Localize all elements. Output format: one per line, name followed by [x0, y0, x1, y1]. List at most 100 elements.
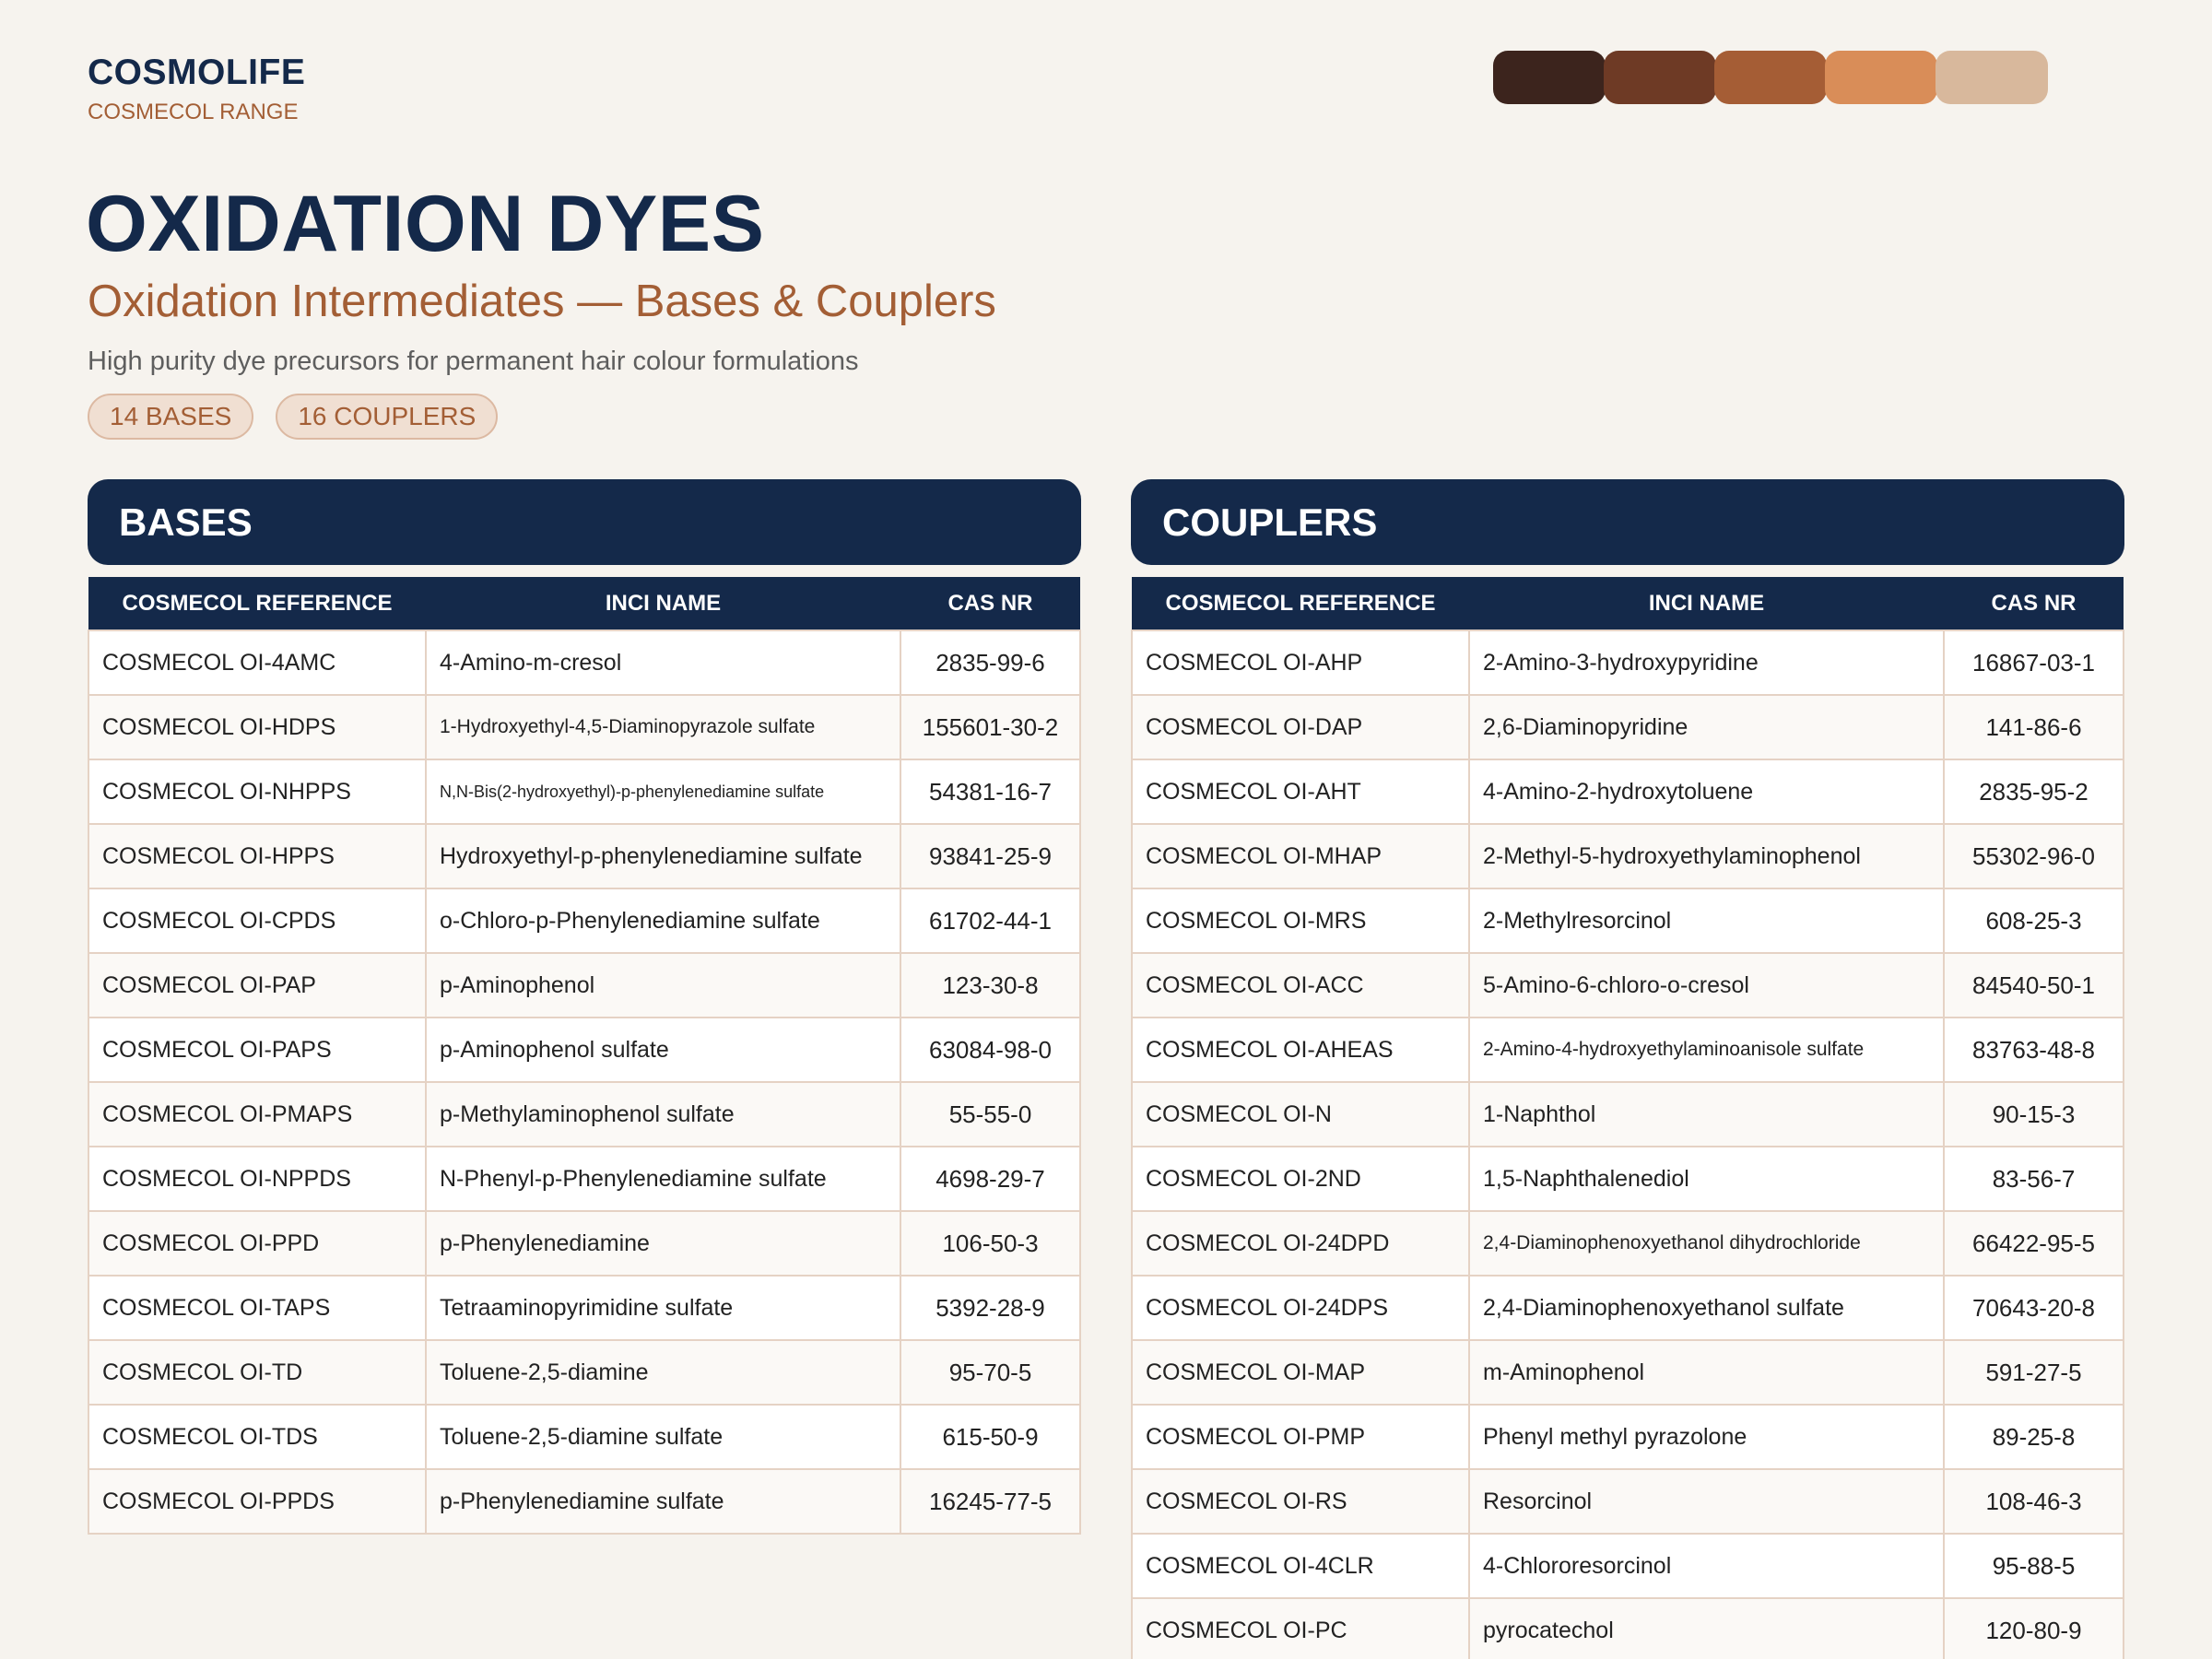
- reference-cell: COSMECOL OI-CPDS: [88, 888, 427, 954]
- reference-cell: COSMECOL OI-NPPDS: [88, 1146, 427, 1212]
- inci-name-cell: 2-Methylresorcinol: [1468, 888, 1945, 954]
- cas-number-cell: 155601-30-2: [900, 694, 1081, 760]
- table-row: COSMECOL OI-DAP 2,6-Diaminopyridine 141-86…: [1131, 694, 2124, 760]
- cas-number-cell: 63084-98-0: [900, 1017, 1081, 1083]
- table-row: COSMECOL OI-AHP 2-Amino-3-hydroxypyridine…: [1131, 629, 2124, 696]
- reference-cell: COSMECOL OI-N: [1131, 1081, 1470, 1147]
- inci-name-cell: Hydroxyethyl-p-phenylenediamine sulfate: [425, 823, 901, 889]
- column-header-reference: COSMECOL REFERENCE: [88, 577, 426, 630]
- cas-number-cell: 95-88-5: [1943, 1533, 2124, 1599]
- reference-cell: COSMECOL OI-TAPS: [88, 1275, 427, 1341]
- table-row: COSMECOL OI-24DPS 2,4-Diaminophenoxyethan…: [1131, 1275, 2124, 1341]
- table-row: COSMECOL OI-24DPD 2,4-Diaminophenoxyethan…: [1131, 1210, 2124, 1277]
- column-header-inci: INCI NAME: [1469, 577, 1944, 630]
- inci-name-cell: 4-Chlororesorcinol: [1468, 1533, 1945, 1599]
- table-row: COSMECOL OI-PAP p-Aminophenol 123-30-8: [88, 952, 1081, 1018]
- swatch-3: [1714, 51, 1827, 104]
- inci-name-cell: o-Chloro-p-Phenylenediamine sulfate: [425, 888, 901, 954]
- inci-name-cell: 1-Hydroxyethyl-4,5-Diaminopyrazole sulfa…: [425, 694, 901, 760]
- table-row: COSMECOL OI-PMP Phenyl methyl pyrazolone 8…: [1131, 1404, 2124, 1470]
- table-row: COSMECOL OI-MHAP 2-Methyl-5-hydroxyethyla…: [1131, 823, 2124, 889]
- cas-number-cell: 120-80-9: [1943, 1597, 2124, 1659]
- reference-cell: COSMECOL OI-MAP: [1131, 1339, 1470, 1406]
- table-row: COSMECOL OI-HPPS Hydroxyethyl-p-phenylene…: [88, 823, 1081, 889]
- cas-number-cell: 83763-48-8: [1943, 1017, 2124, 1083]
- bases-table: COSMECOL REFERENCE INCI NAME CAS NR COSM…: [88, 577, 1081, 1535]
- bases-header-row: COSMECOL REFERENCE INCI NAME CAS NR: [88, 577, 1080, 630]
- couplers-table: COSMECOL REFERENCE INCI NAME CAS NR COSM…: [1131, 577, 2124, 1659]
- cas-number-cell: 16867-03-1: [1943, 629, 2124, 696]
- inci-name-cell: p-Phenylenediamine sulfate: [425, 1468, 901, 1535]
- reference-cell: COSMECOL OI-PPDS: [88, 1468, 427, 1535]
- reference-cell: COSMECOL OI-PMAPS: [88, 1081, 427, 1147]
- cas-number-cell: 108-46-3: [1943, 1468, 2124, 1535]
- reference-cell: COSMECOL OI-AHEAS: [1131, 1017, 1470, 1083]
- inci-name-cell: 5-Amino-6-chloro-o-cresol: [1468, 952, 1945, 1018]
- inci-name-cell: 2,4-Diaminophenoxyethanol sulfate: [1468, 1275, 1945, 1341]
- reference-cell: COSMECOL OI-PAPS: [88, 1017, 427, 1083]
- cas-number-cell: 54381-16-7: [900, 759, 1081, 825]
- cas-number-cell: 89-25-8: [1943, 1404, 2124, 1470]
- reference-cell: COSMECOL OI-AHP: [1131, 629, 1470, 696]
- cas-number-cell: 5392-28-9: [900, 1275, 1081, 1341]
- cas-number-cell: 615-50-9: [900, 1404, 1081, 1470]
- inci-name-cell: p-Methylaminophenol sulfate: [425, 1081, 901, 1147]
- table-row: COSMECOL OI-PPDS p-Phenylenediamine sulfa…: [88, 1468, 1081, 1535]
- table-row: COSMECOL OI-NHPPS N,N-Bis(2-hydroxyethyl)…: [88, 759, 1081, 825]
- table-row: COSMECOL OI-PAPS p-Aminophenol sulfate 630…: [88, 1017, 1081, 1083]
- cas-number-cell: 55-55-0: [900, 1081, 1081, 1147]
- couplers-header: COUPLERS: [1131, 479, 2124, 565]
- column-header-cas: CAS NR: [900, 577, 1080, 630]
- swatch-1: [1493, 51, 1606, 104]
- inci-name-cell: p-Aminophenol: [425, 952, 901, 1018]
- inci-name-cell: 2,4-Diaminophenoxyethanol dihydrochlorid…: [1468, 1210, 1945, 1277]
- reference-cell: COSMECOL OI-TD: [88, 1339, 427, 1406]
- count-badges: 14 BASES 16 COUPLERS: [88, 394, 520, 440]
- table-row: COSMECOL OI-PMAPS p-Methylaminophenol sul…: [88, 1081, 1081, 1147]
- reference-cell: COSMECOL OI-2ND: [1131, 1146, 1470, 1212]
- table-row: COSMECOL OI-PC pyrocatechol 120-80-9: [1131, 1597, 2124, 1659]
- reference-cell: COSMECOL OI-AHT: [1131, 759, 1470, 825]
- reference-cell: COSMECOL OI-NHPPS: [88, 759, 427, 825]
- reference-cell: COSMECOL OI-DAP: [1131, 694, 1470, 760]
- inci-name-cell: N,N-Bis(2-hydroxyethyl)-p-phenylenediami…: [425, 759, 901, 825]
- table-row: COSMECOL OI-NPPDS N-Phenyl-p-Phenylenedia…: [88, 1146, 1081, 1212]
- table-row: COSMECOL OI-2ND 1,5-Naphthalenediol 83-56-…: [1131, 1146, 2124, 1212]
- reference-cell: COSMECOL OI-HPPS: [88, 823, 427, 889]
- bases-rows: COSMECOL OI-4AMC 4-Amino-m-cresol 2835-99-…: [88, 629, 1081, 1535]
- table-row: COSMECOL OI-N 1-Naphthol 90-15-3: [1131, 1081, 2124, 1147]
- inci-name-cell: 2,6-Diaminopyridine: [1468, 694, 1945, 760]
- table-row: COSMECOL OI-4AMC 4-Amino-m-cresol 2835-99-…: [88, 629, 1081, 696]
- reference-cell: COSMECOL OI-MRS: [1131, 888, 1470, 954]
- bases-section: BASES COSMECOL REFERENCE INCI NAME CAS N…: [88, 479, 1081, 1535]
- cas-number-cell: 70643-20-8: [1943, 1275, 2124, 1341]
- column-header-cas: CAS NR: [1944, 577, 2124, 630]
- couplers-count-badge: 16 COUPLERS: [276, 394, 499, 440]
- table-row: COSMECOL OI-TD Toluene-2,5-diamine 95-70-5: [88, 1339, 1081, 1406]
- inci-name-cell: Phenyl methyl pyrazolone: [1468, 1404, 1945, 1470]
- inci-name-cell: Toluene-2,5-diamine: [425, 1339, 901, 1406]
- brand-name: COSMOLIFE: [88, 53, 306, 92]
- cas-number-cell: 61702-44-1: [900, 888, 1081, 954]
- inci-name-cell: Tetraaminopyrimidine sulfate: [425, 1275, 901, 1341]
- cas-number-cell: 95-70-5: [900, 1339, 1081, 1406]
- couplers-rows: COSMECOL OI-AHP 2-Amino-3-hydroxypyridine…: [1131, 629, 2124, 1659]
- inci-name-cell: 2-Methyl-5-hydroxyethylaminophenol: [1468, 823, 1945, 889]
- table-row: COSMECOL OI-AHT 4-Amino-2-hydroxytoluene 2…: [1131, 759, 2124, 825]
- column-header-reference: COSMECOL REFERENCE: [1132, 577, 1469, 630]
- reference-cell: COSMECOL OI-RS: [1131, 1468, 1470, 1535]
- inci-name-cell: 2-Amino-3-hydroxypyridine: [1468, 629, 1945, 696]
- couplers-header-row: COSMECOL REFERENCE INCI NAME CAS NR: [1132, 577, 2124, 630]
- cas-number-cell: 106-50-3: [900, 1210, 1081, 1277]
- bases-count-badge: 14 BASES: [88, 394, 254, 440]
- inci-name-cell: 2-Amino-4-hydroxyethylaminoanisole sulfa…: [1468, 1017, 1945, 1083]
- table-row: COSMECOL OI-CPDS o-Chloro-p-Phenylenediam…: [88, 888, 1081, 954]
- cas-number-cell: 84540-50-1: [1943, 952, 2124, 1018]
- inci-name-cell: Toluene-2,5-diamine sulfate: [425, 1404, 901, 1470]
- table-row: COSMECOL OI-AHEAS 2-Amino-4-hydroxyethyla…: [1131, 1017, 2124, 1083]
- cas-number-cell: 141-86-6: [1943, 694, 2124, 760]
- inci-name-cell: 4-Amino-2-hydroxytoluene: [1468, 759, 1945, 825]
- cas-number-cell: 2835-99-6: [900, 629, 1081, 696]
- cas-number-cell: 591-27-5: [1943, 1339, 2124, 1406]
- table-row: COSMECOL OI-MAP m-Aminophenol 591-27-5: [1131, 1339, 2124, 1406]
